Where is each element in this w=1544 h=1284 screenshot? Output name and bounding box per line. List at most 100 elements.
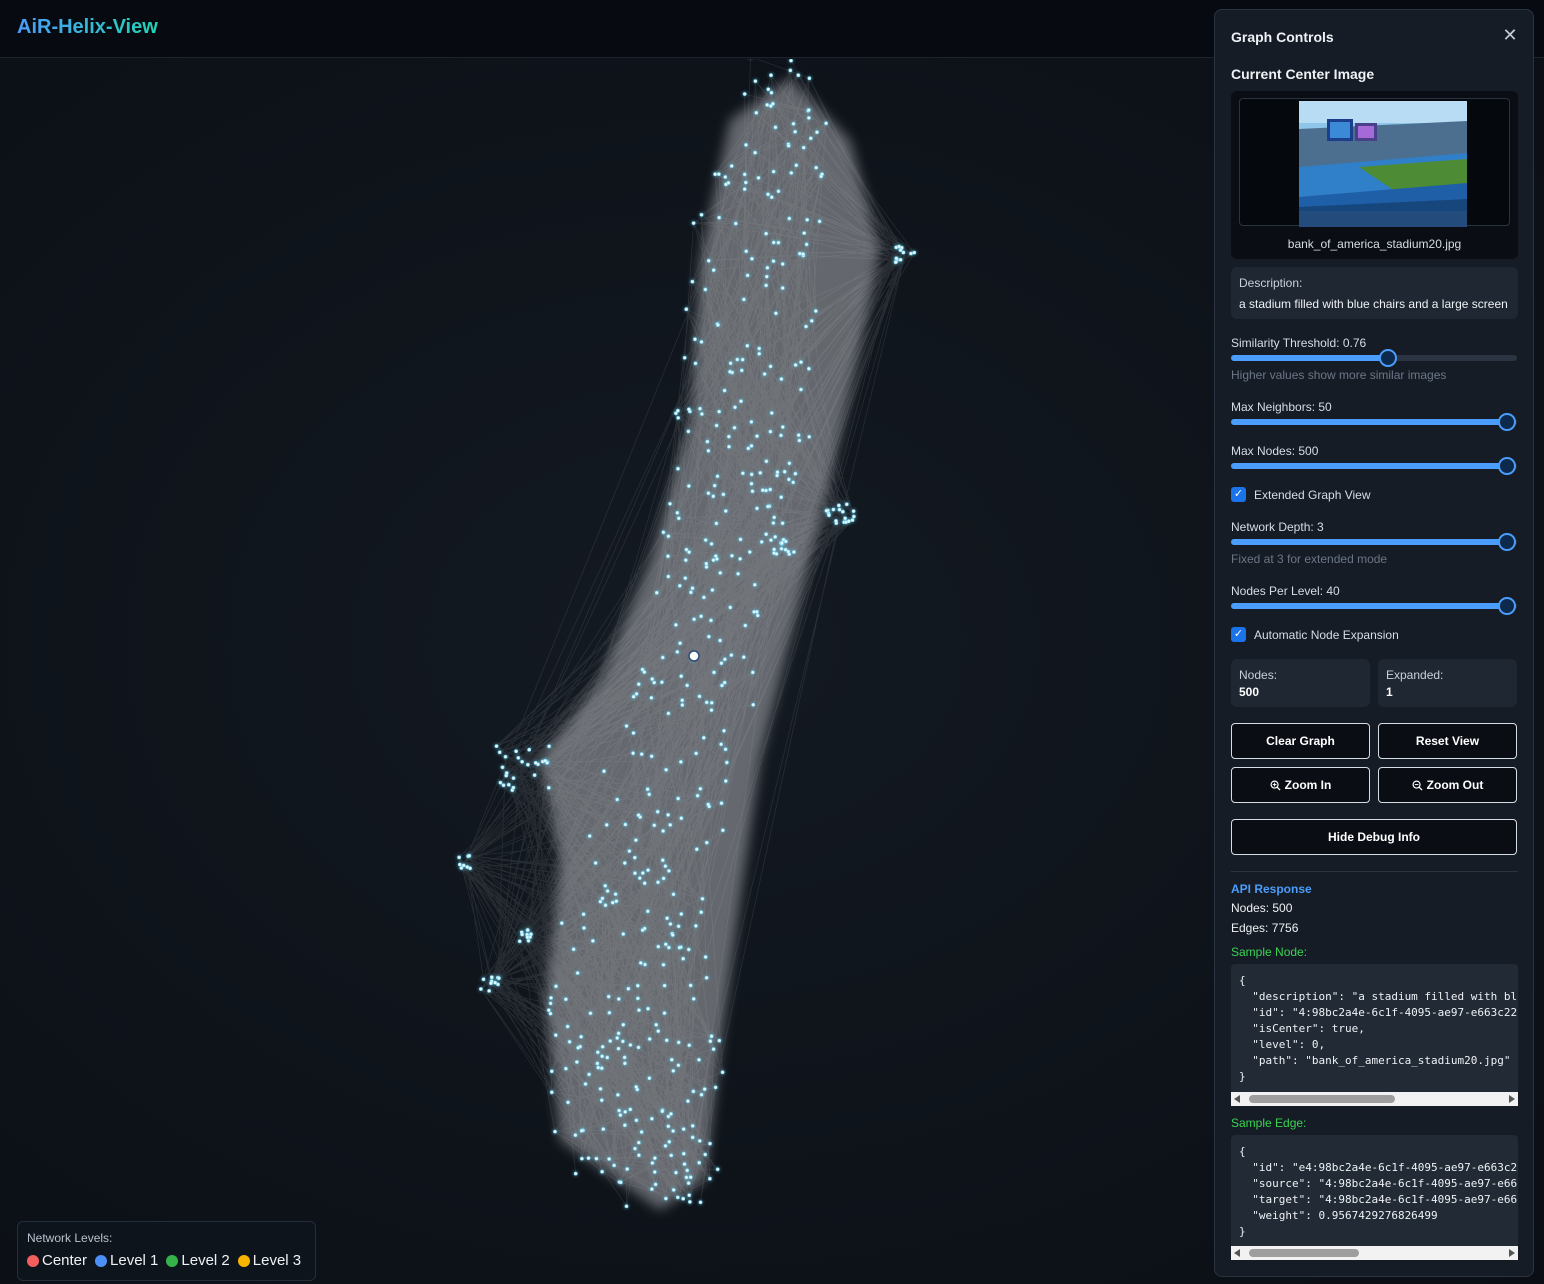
graph-node[interactable] — [779, 377, 784, 381]
graph-node[interactable] — [909, 251, 913, 256]
graph-node[interactable] — [660, 1109, 665, 1114]
clear-graph-button[interactable]: Clear Graph — [1231, 723, 1370, 759]
graph-node[interactable] — [685, 683, 690, 688]
graph-node[interactable] — [805, 217, 810, 222]
graph-node[interactable] — [765, 103, 770, 107]
graph-node[interactable] — [779, 433, 783, 438]
graph-node[interactable] — [652, 680, 657, 685]
graph-node[interactable] — [494, 744, 499, 749]
graph-node[interactable] — [699, 910, 704, 915]
graph-node[interactable] — [724, 182, 728, 187]
graph-node[interactable] — [771, 240, 776, 245]
graph-node[interactable] — [646, 1006, 650, 1011]
graph-node[interactable] — [676, 408, 680, 413]
graph-node[interactable] — [631, 751, 636, 756]
graph-node[interactable] — [642, 670, 647, 675]
graph-node[interactable] — [668, 922, 673, 926]
graph-node[interactable] — [580, 1156, 584, 1161]
graph-node[interactable] — [807, 116, 811, 120]
graph-node[interactable] — [623, 822, 628, 827]
graph-node[interactable] — [617, 1108, 622, 1113]
graph-node[interactable] — [742, 92, 747, 96]
graph-node[interactable] — [649, 695, 654, 700]
graph-node[interactable] — [698, 1200, 703, 1205]
graph-node[interactable] — [757, 351, 762, 356]
graph-node[interactable] — [699, 212, 704, 217]
graph-node[interactable] — [643, 962, 647, 967]
graph-node[interactable] — [636, 813, 641, 818]
graph-node[interactable] — [728, 369, 732, 374]
graph-node[interactable] — [764, 532, 769, 537]
graph-node[interactable] — [723, 779, 728, 783]
graph-node[interactable] — [559, 921, 564, 926]
graph-node[interactable] — [699, 1092, 704, 1097]
graph-node[interactable] — [717, 172, 721, 177]
graph-node[interactable] — [793, 363, 798, 367]
graph-node[interactable] — [796, 73, 801, 78]
graph-node[interactable] — [468, 866, 473, 871]
graph-node[interactable] — [759, 540, 764, 544]
graph-node[interactable] — [753, 150, 758, 155]
slider-handle[interactable] — [1498, 413, 1516, 431]
graph-node[interactable] — [708, 1039, 713, 1044]
graph-node[interactable] — [662, 983, 667, 988]
graph-node[interactable] — [671, 1188, 676, 1192]
graph-node[interactable] — [722, 680, 727, 685]
graph-node[interactable] — [602, 769, 606, 774]
scrollbar-thumb[interactable] — [1249, 1095, 1395, 1103]
graph-node[interactable] — [669, 1057, 674, 1062]
graph-node[interactable] — [776, 240, 781, 245]
graph-node[interactable] — [741, 471, 745, 476]
graph-node[interactable] — [487, 989, 492, 993]
graph-node[interactable] — [607, 1157, 612, 1161]
graph-node[interactable] — [525, 935, 530, 940]
graph-node[interactable] — [725, 760, 729, 765]
graph-node[interactable] — [613, 892, 618, 897]
graph-node[interactable] — [600, 1169, 605, 1174]
graph-node[interactable] — [775, 470, 780, 475]
graph-node[interactable] — [780, 521, 785, 526]
graph-node[interactable] — [806, 108, 811, 112]
graph-node[interactable] — [711, 494, 716, 499]
graph-node[interactable] — [662, 1011, 667, 1016]
graph-node[interactable] — [635, 983, 640, 988]
hide-debug-info-button[interactable]: Hide Debug Info — [1231, 819, 1517, 855]
graph-node[interactable] — [691, 221, 696, 226]
graph-node[interactable] — [599, 1066, 604, 1071]
graph-node[interactable] — [788, 68, 793, 73]
graph-node[interactable] — [653, 1182, 658, 1187]
graph-node[interactable] — [688, 1200, 692, 1204]
graph-node[interactable] — [760, 488, 765, 493]
graph-node[interactable] — [461, 863, 466, 868]
graph-node[interactable] — [697, 1160, 702, 1165]
graph-node[interactable] — [650, 1116, 654, 1121]
extended-graph-view-toggle[interactable]: ✓ Extended Graph View — [1231, 487, 1371, 502]
graph-node[interactable] — [600, 896, 605, 901]
graph-node[interactable] — [703, 287, 708, 292]
graph-node[interactable] — [689, 590, 693, 595]
graph-node[interactable] — [710, 588, 715, 592]
graph-node[interactable] — [793, 471, 798, 476]
graph-node[interactable] — [718, 571, 723, 575]
graph-node[interactable] — [498, 780, 503, 785]
graph-node[interactable] — [511, 776, 516, 781]
graph-node[interactable] — [743, 180, 748, 185]
graph-node[interactable] — [721, 492, 726, 497]
graph-node[interactable] — [497, 750, 502, 755]
graph-node[interactable] — [666, 711, 671, 716]
graph-node[interactable] — [824, 121, 829, 126]
graph-node[interactable] — [656, 944, 661, 949]
graph-node[interactable] — [729, 653, 734, 658]
graph-node[interactable] — [709, 700, 714, 705]
graph-node[interactable] — [564, 997, 568, 1002]
graph-node[interactable] — [709, 542, 714, 546]
graph-node[interactable] — [764, 488, 768, 493]
graph-node[interactable] — [532, 773, 537, 778]
graph-node[interactable] — [606, 994, 611, 999]
graph-node[interactable] — [779, 546, 784, 551]
graph-node[interactable] — [666, 554, 670, 559]
graph-node[interactable] — [694, 751, 699, 756]
graph-node[interactable] — [681, 1196, 686, 1201]
graph-node[interactable] — [605, 1055, 610, 1060]
graph-node[interactable] — [815, 130, 819, 135]
